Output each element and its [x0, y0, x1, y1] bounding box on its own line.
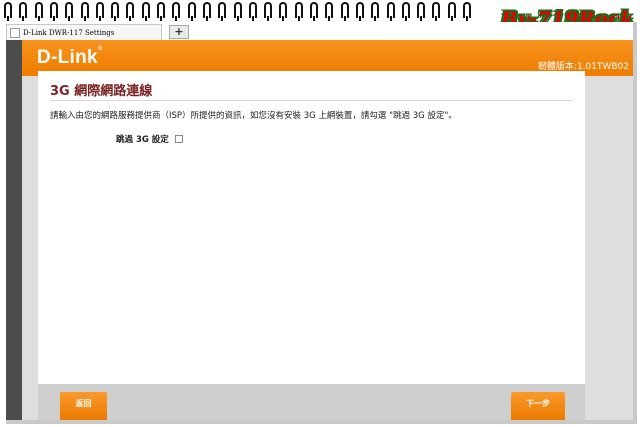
- wizard-panel: 3G 網際網路連線 請輸入由您的網路服務提供商（ISP）所提供的資訊，如您沒有安…: [38, 71, 585, 384]
- page-shadow: [6, 420, 637, 424]
- tab-title: D-Link DWR-117 Settings: [23, 28, 115, 37]
- binding-ring: [34, 2, 43, 21]
- binding-ring: [218, 2, 227, 21]
- binding-ring: [172, 2, 181, 21]
- binding-ring: [463, 2, 471, 21]
- router-admin-frame: D-Link® 韌體版本:1.01TWB02 3G 網際網路連線 請輸入由您的網…: [6, 40, 633, 420]
- binding-ring: [95, 2, 104, 21]
- plus-icon: +: [174, 25, 184, 38]
- binding-ring: [447, 2, 456, 21]
- browser-tab[interactable]: D-Link DWR-117 Settings: [6, 24, 162, 40]
- instructions-text: 請輸入由您的網路服務提供商（ISP）所提供的資訊，如您沒有安裝 3G 上網裝置，…: [50, 111, 457, 121]
- page-icon: [10, 27, 20, 38]
- page-title: 3G 網際網路連線: [50, 84, 153, 99]
- binding-ring: [248, 2, 257, 21]
- binding-ring: [264, 2, 273, 21]
- binding-ring: [4, 2, 12, 21]
- binding-ring: [340, 2, 349, 21]
- binding-ring: [325, 2, 334, 21]
- binding-ring: [126, 2, 135, 21]
- binding-ring: [310, 2, 318, 21]
- binding-ring: [371, 2, 380, 21]
- binding-ring: [19, 2, 28, 21]
- binding-ring: [417, 2, 426, 21]
- dlink-logo: D-Link®: [37, 46, 103, 68]
- binding-ring: [432, 2, 441, 21]
- binding-ring: [80, 2, 89, 21]
- binding-ring: [233, 2, 242, 21]
- binding-ring: [141, 2, 150, 21]
- binding-ring: [187, 2, 196, 21]
- binding-ring: [202, 2, 211, 21]
- page-shadow: [633, 22, 637, 422]
- browser-tab-strip: D-Link DWR-117 Settings +: [6, 22, 633, 40]
- binding-ring: [49, 2, 58, 21]
- new-tab-button[interactable]: +: [169, 25, 189, 39]
- skip-3g-row: 跳過 3G 設定: [116, 133, 183, 145]
- wizard-footer: 返回 下一步: [38, 384, 585, 420]
- binding-ring: [355, 2, 364, 21]
- skip-3g-checkbox[interactable]: [174, 135, 183, 143]
- binding-ring: [111, 2, 120, 21]
- binding-ring: [294, 2, 303, 21]
- next-button[interactable]: 下一步: [511, 392, 565, 420]
- binding-ring: [279, 2, 288, 21]
- binding-ring: [157, 2, 165, 21]
- divider: [50, 100, 573, 101]
- binding-ring: [65, 2, 74, 21]
- binding-ring: [401, 2, 410, 21]
- back-button[interactable]: 返回: [60, 392, 107, 420]
- skip-3g-label: 跳過 3G 設定: [116, 135, 169, 145]
- binding-ring: [386, 2, 395, 21]
